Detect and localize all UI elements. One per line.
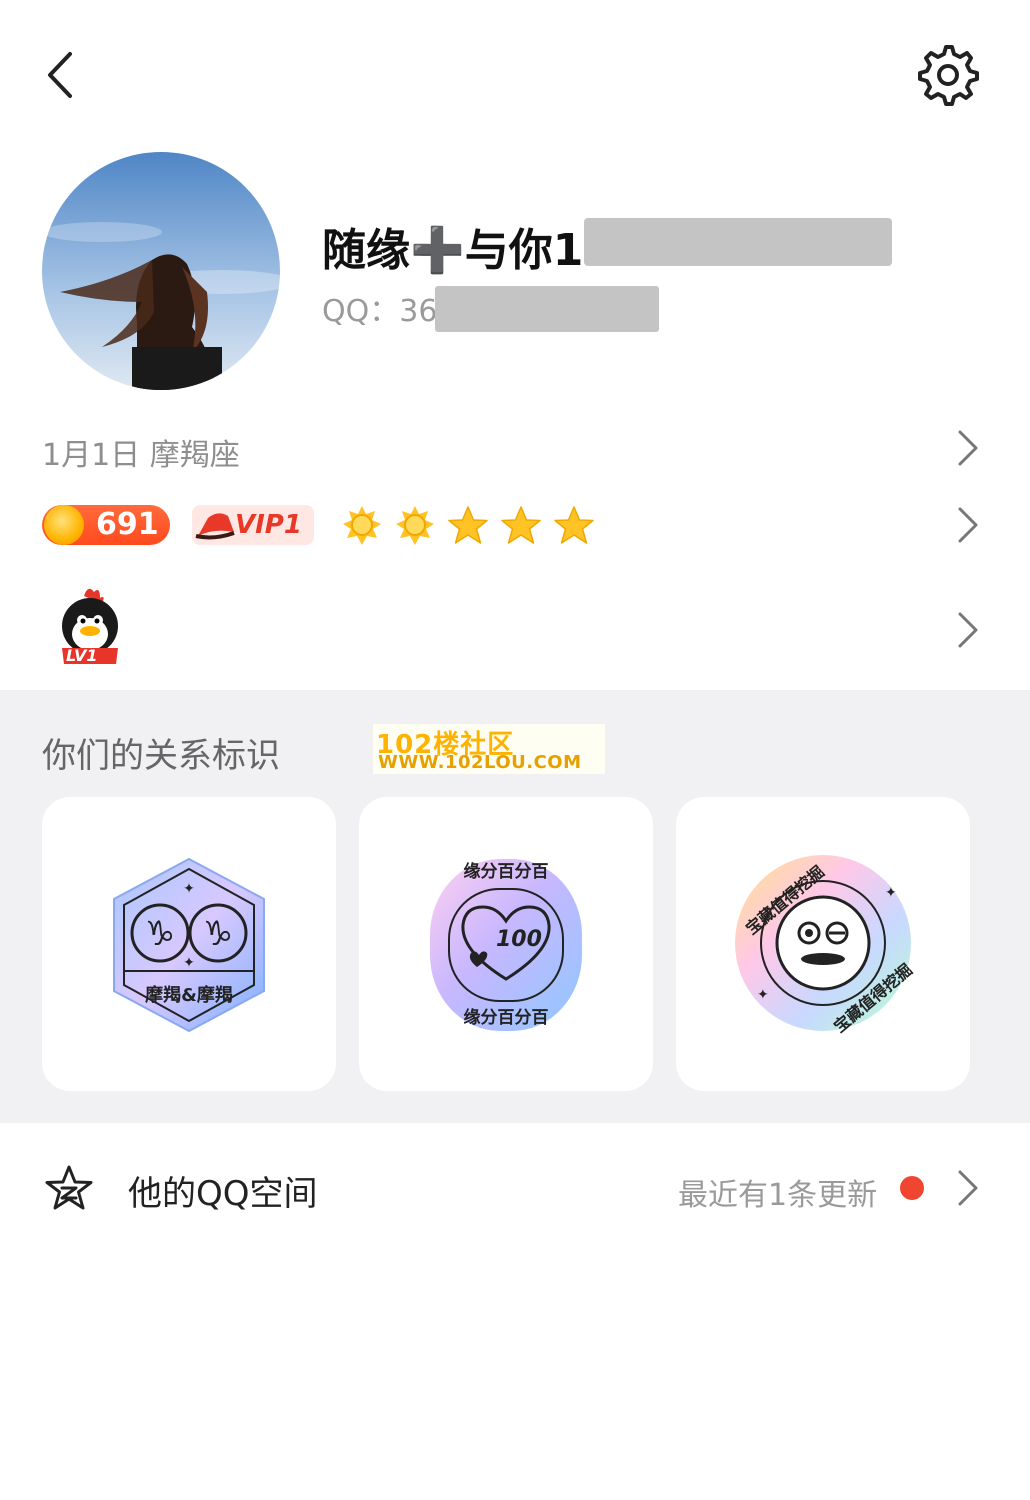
back-button[interactable] (30, 40, 100, 110)
sun-icon (343, 506, 381, 545)
birthday-text: 1月1日 摩羯座 (42, 438, 240, 473)
coin-icon (44, 505, 84, 545)
redaction-mask (435, 286, 659, 332)
relationship-card-zodiac[interactable]: ♑ ♑ ✦ ✦ 摩羯&摩羯 (42, 797, 336, 1091)
svg-text:✦: ✦ (757, 987, 769, 1003)
avatar-image (42, 152, 280, 390)
unread-dot (900, 1176, 924, 1200)
profile-name: 随缘➕与你1 (322, 225, 584, 276)
chevron-left-icon (48, 52, 72, 98)
fate-label-bottom: 缘分百分百 (463, 1008, 549, 1028)
qq-level-row[interactable] (0, 580, 1030, 680)
top-bar (0, 0, 1030, 140)
birthday-row[interactable]: 1月1日 摩羯座 (0, 410, 1030, 486)
zodiac-badge-icon: ♑ ♑ ✦ ✦ (113, 857, 265, 1033)
svg-text:♑: ♑ (203, 914, 233, 954)
chevron-right-icon (958, 1170, 978, 1206)
svg-text:♑: ♑ (145, 914, 175, 954)
relationship-card-fate[interactable]: 缘分百分百 100 缘分百分百 (359, 797, 653, 1091)
qzone-status: 最近有1条更新 (678, 1178, 878, 1213)
qzone-star-icon (45, 1165, 93, 1210)
zodiac-label: 摩羯&摩羯 (145, 985, 233, 1006)
fate-label-top: 缘分百分百 (463, 862, 549, 882)
star-icon (448, 506, 488, 544)
vip-hat-icon (195, 513, 235, 540)
watermark-line2: WWW.102LOU.COM (378, 752, 582, 773)
svg-text:✦: ✦ (885, 885, 897, 901)
star-icon (501, 506, 541, 544)
redaction-mask (584, 218, 892, 266)
vip-label: VIP1 (235, 510, 302, 540)
star-icon (554, 506, 594, 544)
chevron-right-icon (958, 430, 978, 466)
relationship-card-treasure[interactable]: ✦ ✦ 宝藏值得挖掘 宝藏值得挖掘 (676, 797, 970, 1091)
chevron-right-icon (958, 612, 978, 648)
level-badge: LV1 (66, 646, 98, 665)
svg-text:✦: ✦ (183, 881, 195, 897)
gear-icon (918, 45, 979, 106)
svg-text:✦: ✦ (183, 955, 195, 971)
qq-number: QQ：36 (322, 294, 438, 329)
section-title: 你们的关系标识 (42, 736, 280, 776)
coin-value: 691 (96, 507, 159, 542)
chevron-right-icon (958, 507, 978, 543)
sun-icon (396, 506, 434, 545)
fate-number: 100 (496, 927, 542, 952)
settings-button[interactable] (912, 40, 984, 112)
qzone-label: 他的QQ空间 (128, 1174, 318, 1214)
avatar[interactable] (42, 152, 280, 390)
